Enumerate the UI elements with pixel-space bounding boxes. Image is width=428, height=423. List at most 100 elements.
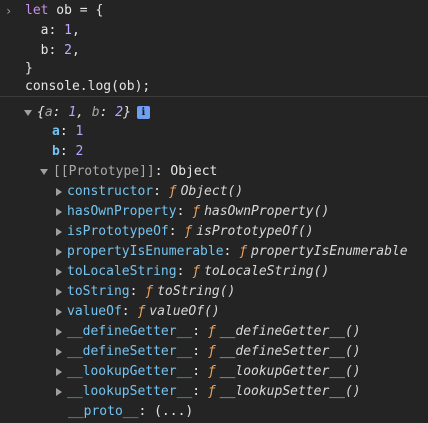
member-sep: : bbox=[168, 224, 185, 239]
function-glyph: ƒ bbox=[192, 264, 201, 279]
function-signature: isPrototypeOf() bbox=[196, 224, 314, 239]
code-number: 2 bbox=[64, 43, 72, 58]
property-key: a bbox=[52, 124, 60, 139]
function-glyph: ƒ bbox=[137, 304, 146, 319]
prototype-member-row[interactable]: hasOwnProperty: ƒ hasOwnProperty() bbox=[56, 202, 329, 222]
summary-val-a: 1 bbox=[68, 105, 77, 120]
function-glyph: ƒ bbox=[184, 224, 193, 239]
function-signature: Object() bbox=[180, 184, 244, 199]
proto-getter-sep: : bbox=[138, 404, 155, 419]
member-sep: : bbox=[153, 184, 169, 199]
prototype-label: [[Prototype]] bbox=[53, 164, 155, 179]
member-key: hasOwnProperty bbox=[67, 204, 177, 219]
own-property-b[interactable]: b: 2 bbox=[52, 142, 83, 162]
keyword-let: let bbox=[25, 3, 49, 18]
prototype-member-row[interactable]: __lookupSetter__: ƒ __lookupSetter__() bbox=[56, 382, 361, 402]
summary-sep: : bbox=[99, 105, 116, 120]
prototype-node[interactable]: [[Prototype]]: Object bbox=[40, 162, 217, 182]
prototype-member-row[interactable]: __defineSetter__: ƒ __defineSetter__() bbox=[56, 342, 361, 362]
member-sep: : bbox=[121, 304, 138, 319]
summary-comma: , bbox=[76, 105, 92, 120]
object-summary[interactable]: {a: 1, b: 2} i bbox=[24, 103, 150, 123]
member-key: __lookupGetter__ bbox=[67, 364, 193, 379]
prototype-member-row[interactable]: __lookupGetter__: ƒ __lookupGetter__() bbox=[56, 362, 361, 382]
member-key: isPrototypeOf bbox=[67, 224, 169, 239]
function-signature: toString() bbox=[157, 284, 236, 299]
code-text: console.log(ob); bbox=[25, 79, 151, 94]
summary-brace: } bbox=[123, 105, 131, 120]
code-line-1: let ob = { bbox=[25, 1, 103, 21]
proto-getter-value[interactable]: (...) bbox=[154, 404, 193, 419]
code-line-4: } bbox=[25, 59, 33, 79]
collapse-triangle-icon[interactable] bbox=[40, 168, 48, 175]
expand-triangle-icon[interactable] bbox=[56, 247, 62, 256]
property-value: 1 bbox=[75, 124, 84, 139]
code-line-2: a: 1, bbox=[25, 21, 80, 41]
summary-key-b: b bbox=[91, 105, 100, 120]
function-signature: __defineSetter__() bbox=[219, 344, 361, 359]
function-signature: propertyIsEnumerable bbox=[251, 244, 408, 259]
function-glyph: ƒ bbox=[145, 284, 154, 299]
function-signature: __defineGetter__() bbox=[219, 324, 361, 339]
function-signature: __lookupSetter__() bbox=[219, 384, 361, 399]
function-signature: toLocaleString() bbox=[204, 264, 330, 279]
code-number: 1 bbox=[64, 23, 72, 38]
code-line-3: b: 2, bbox=[25, 41, 80, 61]
member-key: __lookupSetter__ bbox=[67, 384, 193, 399]
member-key: constructor bbox=[67, 184, 154, 199]
member-sep: : bbox=[192, 364, 208, 379]
code-comma: , bbox=[71, 43, 80, 58]
prototype-member-row[interactable]: toLocaleString: ƒ toLocaleString() bbox=[56, 262, 329, 282]
code-colon: : bbox=[48, 23, 65, 38]
expand-triangle-icon[interactable] bbox=[56, 207, 62, 216]
summary-sep: : bbox=[52, 105, 69, 120]
prototype-sep: : bbox=[154, 164, 171, 179]
property-value: 2 bbox=[75, 144, 84, 159]
prototype-member-row[interactable]: propertyIsEnumerable: ƒ propertyIsEnumera… bbox=[56, 242, 408, 262]
function-glyph: ƒ bbox=[207, 384, 216, 399]
expand-triangle-icon[interactable] bbox=[56, 327, 62, 336]
expand-triangle-icon[interactable] bbox=[56, 367, 62, 376]
member-sep: : bbox=[192, 384, 208, 399]
collapse-triangle-icon[interactable] bbox=[24, 109, 32, 116]
own-property-a[interactable]: a: 1 bbox=[52, 122, 83, 142]
prompt-chevron-icon: › bbox=[5, 4, 13, 18]
member-sep: : bbox=[192, 324, 208, 339]
expand-triangle-icon[interactable] bbox=[56, 187, 62, 196]
code-text: ob = { bbox=[48, 3, 104, 18]
info-icon[interactable]: i bbox=[136, 106, 150, 119]
expand-triangle-icon[interactable] bbox=[56, 267, 62, 276]
devtools-console: › let ob = { a: 1, b: 2, } console.log(o… bbox=[0, 0, 428, 423]
member-sep: : bbox=[129, 284, 146, 299]
prototype-member-row[interactable]: valueOf: ƒ valueOf() bbox=[56, 302, 220, 322]
expand-triangle-icon[interactable] bbox=[56, 227, 62, 236]
function-glyph: ƒ bbox=[168, 184, 177, 199]
prototype-member-row[interactable]: isPrototypeOf: ƒ isPrototypeOf() bbox=[56, 222, 314, 242]
summary-brace: { bbox=[37, 105, 45, 120]
proto-getter-row[interactable]: __proto__: (...) bbox=[68, 402, 193, 422]
member-key: __defineGetter__ bbox=[67, 324, 193, 339]
function-glyph: ƒ bbox=[207, 344, 216, 359]
code-line-5: console.log(ob); bbox=[25, 77, 150, 97]
prototype-member-row[interactable]: constructor: ƒ Object() bbox=[56, 182, 243, 202]
code-comma: , bbox=[71, 23, 80, 38]
console-input-entry: › let ob = { a: 1, b: 2, } console.log(o… bbox=[0, 0, 428, 97]
member-sep: : bbox=[192, 344, 208, 359]
prototype-member-row[interactable]: __defineGetter__: ƒ __defineGetter__() bbox=[56, 322, 361, 342]
function-signature: hasOwnProperty() bbox=[204, 204, 330, 219]
summary-val-b: 2 bbox=[115, 105, 124, 120]
member-key: __defineSetter__ bbox=[67, 344, 193, 359]
member-key: propertyIsEnumerable bbox=[67, 244, 224, 259]
property-key: b bbox=[52, 144, 60, 159]
function-glyph: ƒ bbox=[239, 244, 248, 259]
member-key: toLocaleString bbox=[67, 264, 177, 279]
prototype-member-row[interactable]: toString: ƒ toString() bbox=[56, 282, 235, 302]
expand-triangle-icon[interactable] bbox=[56, 287, 62, 296]
expand-triangle-icon[interactable] bbox=[56, 387, 62, 396]
function-glyph: ƒ bbox=[192, 204, 201, 219]
member-sep: : bbox=[223, 244, 240, 259]
expand-triangle-icon[interactable] bbox=[56, 307, 62, 316]
expand-triangle-icon[interactable] bbox=[56, 347, 62, 356]
